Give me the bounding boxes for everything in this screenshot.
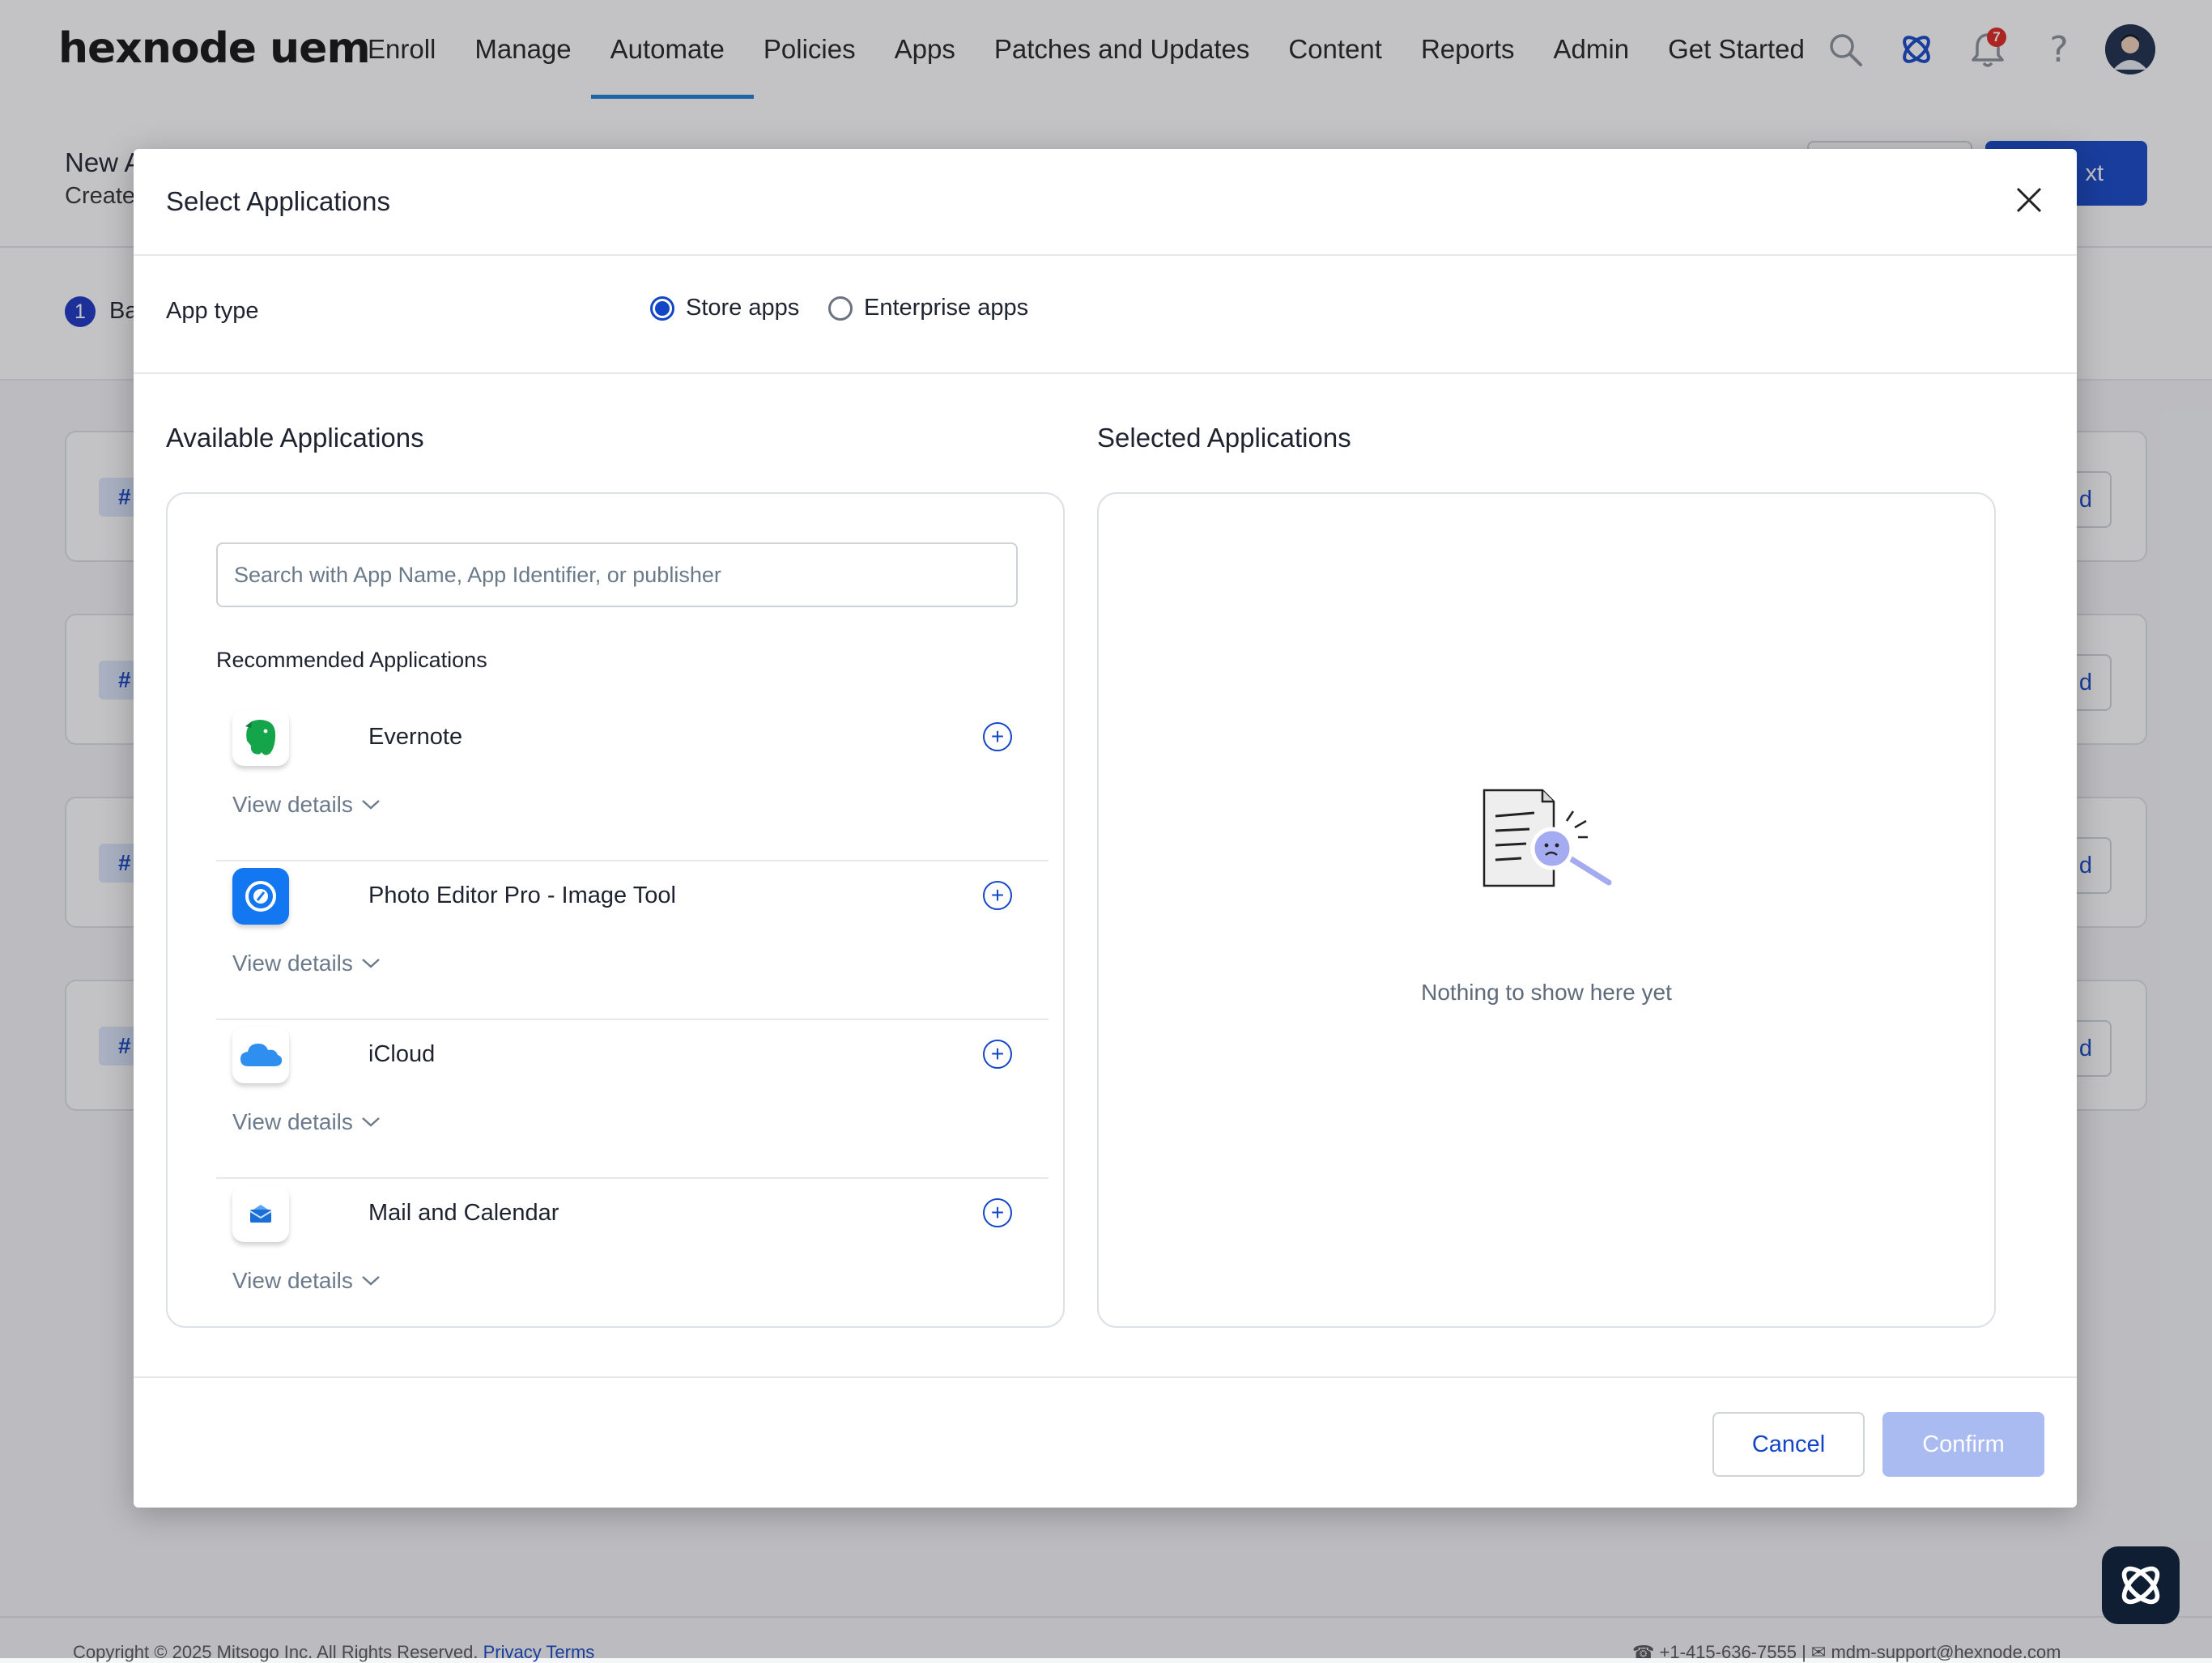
radio-label: Store apps — [686, 295, 800, 321]
app-list[interactable]: Evernote View details + Photo Editor Pro… — [216, 703, 1049, 1315]
chevron-down-icon — [362, 1276, 380, 1286]
app-name: Photo Editor Pro - Image Tool — [368, 883, 676, 908]
empty-state-text: Nothing to show here yet — [1421, 980, 1672, 1005]
add-app-button[interactable]: + — [983, 881, 1012, 910]
view-details-label: View details — [232, 792, 353, 817]
hexa-chat-icon — [2121, 1566, 2160, 1605]
cancel-button[interactable]: Cancel — [1712, 1412, 1865, 1477]
list-item: iCloud View details + — [216, 1020, 1049, 1179]
app-type-row: App type Store apps Enterprise apps — [134, 254, 2077, 374]
view-details-label: View details — [232, 1109, 353, 1134]
icloud-icon — [232, 1027, 289, 1083]
close-button[interactable] — [2007, 178, 2051, 222]
available-applications-title: Available Applications — [166, 423, 424, 453]
empty-state-illustration-icon — [1473, 784, 1619, 901]
view-details-label: View details — [232, 1268, 353, 1293]
radio-enterprise-apps[interactable]: Enterprise apps — [828, 295, 1028, 321]
add-app-button[interactable]: + — [983, 1040, 1012, 1069]
add-app-button[interactable]: + — [983, 722, 1012, 751]
radio-indicator[interactable] — [650, 296, 674, 321]
view-details-toggle[interactable]: View details — [232, 1109, 381, 1135]
app-name: Evernote — [368, 724, 463, 750]
view-details-toggle[interactable]: View details — [232, 792, 381, 818]
evernote-icon — [232, 709, 289, 766]
radio-store-apps[interactable]: Store apps — [650, 295, 799, 321]
list-item: Evernote View details + — [216, 703, 1049, 861]
modal-header: Select Applications — [134, 149, 2077, 256]
modal-footer: Cancel Confirm — [134, 1376, 2077, 1509]
recommended-applications-title: Recommended Applications — [216, 648, 487, 672]
radio-label: Enterprise apps — [864, 295, 1029, 321]
app-name: iCloud — [368, 1041, 436, 1067]
chevron-down-icon — [362, 1117, 380, 1127]
selected-applications-title: Selected Applications — [1097, 423, 1351, 453]
app-type-label: App type — [166, 298, 259, 324]
list-item: Mail and Calendar View details + — [216, 1179, 1049, 1315]
confirm-button[interactable]: Confirm — [1882, 1412, 2044, 1477]
app-name: Mail and Calendar — [368, 1200, 559, 1226]
search-input[interactable] — [216, 542, 1018, 607]
list-item: Photo Editor Pro - Image Tool View detai… — [216, 861, 1049, 1020]
view-details-toggle[interactable]: View details — [232, 1268, 381, 1294]
mail-calendar-icon — [232, 1185, 289, 1242]
chevron-down-icon — [362, 959, 380, 968]
hexa-chat-button[interactable] — [2102, 1546, 2180, 1624]
selected-applications-panel: Nothing to show here yet — [1097, 492, 1996, 1328]
radio-indicator[interactable] — [828, 296, 853, 321]
add-app-button[interactable]: + — [983, 1198, 1012, 1227]
view-details-toggle[interactable]: View details — [232, 951, 381, 976]
view-details-label: View details — [232, 951, 353, 976]
close-icon — [2016, 187, 2042, 213]
photo-editor-icon — [232, 868, 289, 925]
select-applications-modal: Select Applications App type Store apps … — [134, 149, 2077, 1508]
chevron-down-icon — [362, 800, 380, 810]
available-applications-panel: Recommended Applications Evernote View d… — [166, 492, 1065, 1328]
modal-title: Select Applications — [166, 186, 391, 216]
